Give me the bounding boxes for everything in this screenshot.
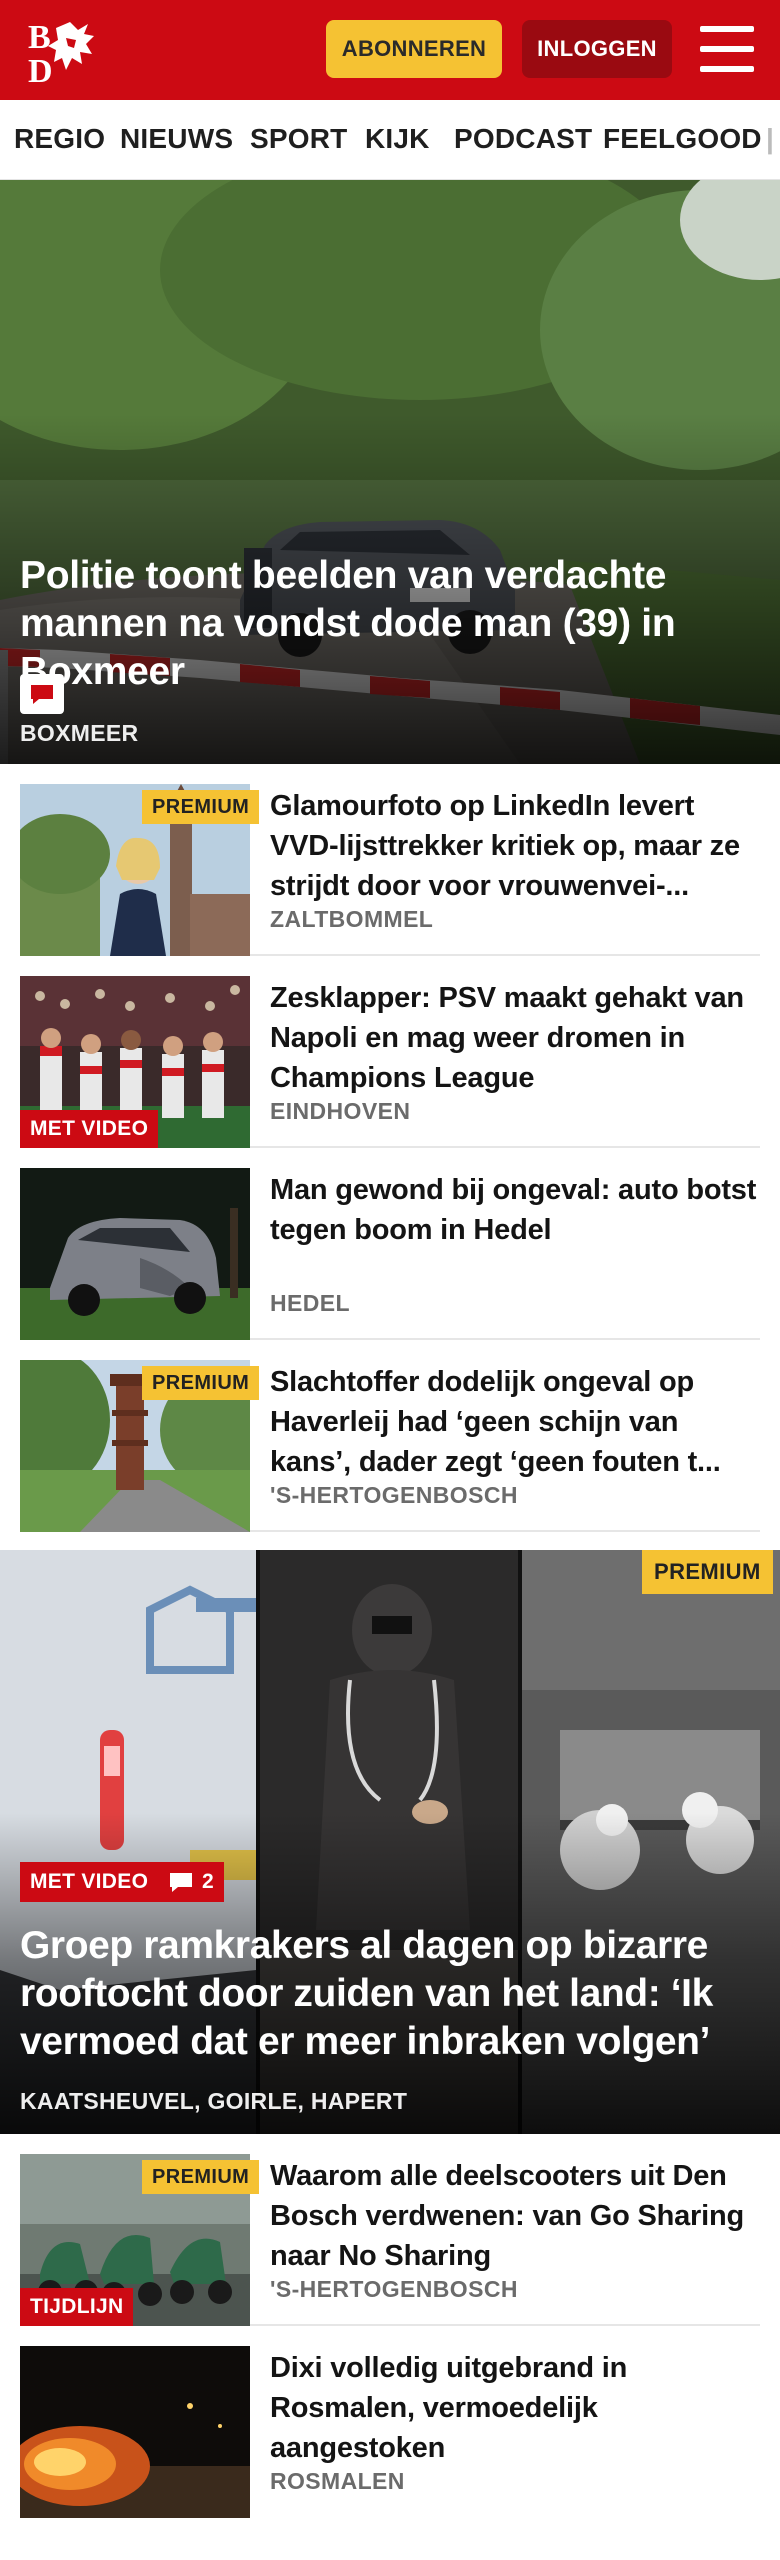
second-story-location: KAATSHEUVEL, GOIRLE, HAPERT [20,2088,408,2114]
login-button[interactable]: INLOGGEN [522,20,672,78]
bd-logo[interactable]: B D [26,18,116,90]
article-thumbnail [20,2346,250,2518]
article-thumbnail [20,1168,250,1340]
article-location: HEDEL [270,1290,350,1316]
list-item[interactable]: Man gewond bij ongeval: auto botst tegen… [20,1148,760,1340]
article-title[interactable]: Man gewond bij ongeval: auto botst tegen… [270,1170,758,1250]
article-title[interactable]: Zesklapper: PSV maakt gehakt van Napoli … [270,978,758,1098]
list-item[interactable]: PREMIUM Slachtoffer dodelijk ongeval op … [20,1340,760,1532]
nav-item-feelgood[interactable]: FEELGOOD [603,100,762,179]
video-tag: MET VIDEO [20,1862,159,1902]
article-location: EINDHOVEN [270,1098,411,1124]
list-item[interactable]: PREMIUM Glamourfoto op LinkedIn levert V… [20,764,760,956]
main-nav: REGIO NIEUWS SPORT KIJK PODCAST FEELGOOD… [0,100,780,180]
comment-count-badge[interactable]: 2 [158,1862,224,1902]
comment-icon [170,1873,192,1892]
article-location: ROSMALEN [270,2468,405,2494]
svg-text:B: B [28,19,51,56]
comment-count: 2 [202,1870,214,1893]
second-story[interactable]: PREMIUM MET VIDEO 2 Groep ramkrakers al … [0,1550,780,2134]
premium-badge: PREMIUM [142,1366,260,1400]
list-item[interactable]: Dixi volledig uitgebrand in Rosmalen, ve… [20,2326,760,2518]
site-header: B D ABONNEREN INLOGGEN [0,0,780,100]
premium-badge: PREMIUM [642,1550,773,1594]
article-location: 'S-HERTOGENBOSCH [270,1482,518,1508]
nav-item-kijk[interactable]: KIJK [365,100,430,179]
svg-text:D: D [28,53,53,84]
nav-item-nieuws[interactable]: NIEUWS [120,100,233,179]
premium-badge: PREMIUM [142,2160,260,2194]
article-location: ZALTBOMMEL [270,906,434,932]
article-title[interactable]: Dixi volledig uitgebrand in Rosmalen, ve… [270,2348,758,2468]
subscribe-button[interactable]: ABONNEREN [326,20,502,78]
article-location: 'S-HERTOGENBOSCH [270,2276,518,2302]
list-item[interactable]: PREMIUM TIJDLIJN Waarom alle deelscooter… [20,2134,760,2326]
premium-badge: PREMIUM [142,790,260,824]
nav-overflow-indicator: | [766,123,775,154]
nav-item-sport[interactable]: SPORT [250,100,347,179]
top-story[interactable]: Politie toont beelden van verdachte mann… [0,180,780,764]
article-title[interactable]: Slachtoffer dodelijk ongeval op Haverlei… [270,1362,758,1482]
video-tag: MET VIDEO [20,1110,159,1148]
hamburger-icon[interactable] [700,26,754,72]
article-title[interactable]: Waarom alle deelscooters uit Den Bosch v… [270,2156,758,2276]
second-story-title[interactable]: Groep ramkrakers al dagen op bizarre roo… [20,1922,770,2066]
timeline-tag: TIJDLIJN [20,2288,134,2326]
top-story-title[interactable]: Politie toont beelden van verdachte mann… [20,552,760,696]
top-story-location: BOXMEER [20,720,139,746]
list-item[interactable]: MET VIDEO Zesklapper: PSV maakt gehakt v… [20,956,760,1148]
nav-item-podcast[interactable]: PODCAST [454,100,592,179]
article-title[interactable]: Glamourfoto op LinkedIn levert VVD-lijst… [270,786,758,906]
nav-item-regio[interactable]: REGIO [14,100,105,179]
